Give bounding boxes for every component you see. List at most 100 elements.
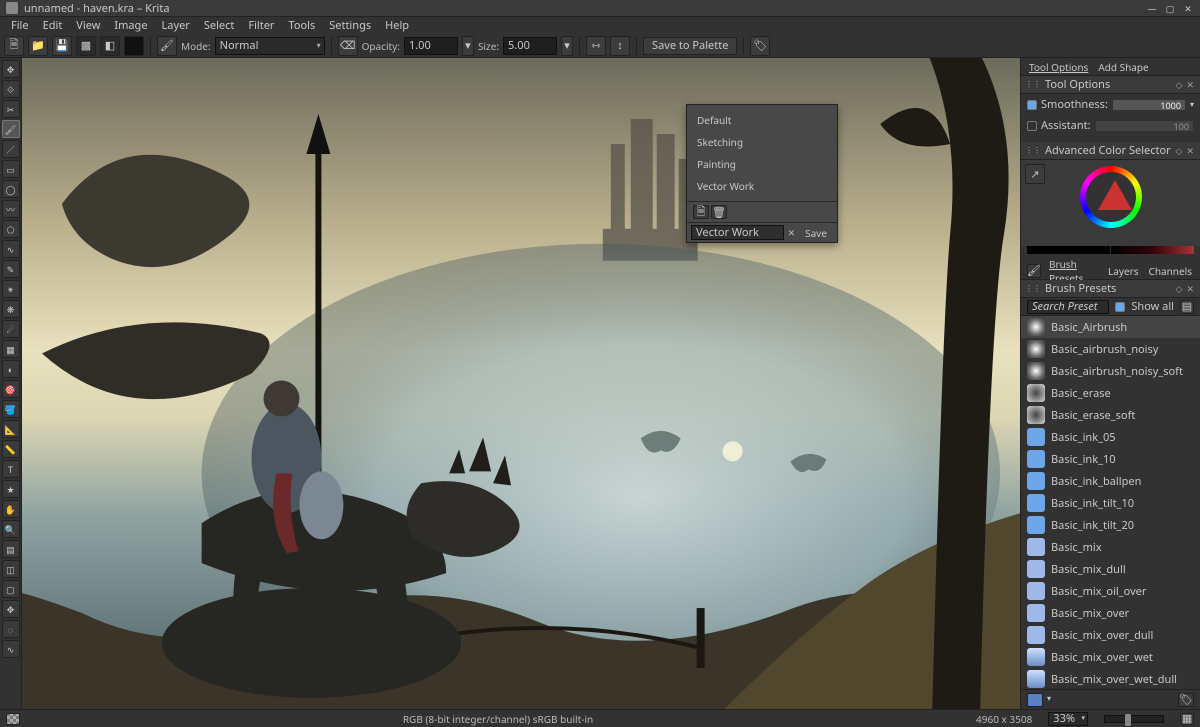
menu-filter[interactable]: Filter (241, 17, 281, 34)
rect-tool[interactable]: ▭ (2, 160, 20, 178)
show-all-check[interactable] (1115, 302, 1125, 312)
color-picker-tool[interactable]: 🎯 (2, 380, 20, 398)
workspace-new-icon[interactable]: 🗎 (693, 205, 709, 219)
tab-layers[interactable]: Layers (1106, 262, 1141, 280)
menu-select[interactable]: Select (197, 17, 242, 34)
perspective-tool[interactable]: ◫ (2, 560, 20, 578)
preset-item[interactable]: Basic_mix_over_wet_dull (1021, 668, 1200, 689)
zoom-combo[interactable]: 33% (1048, 712, 1088, 726)
workspace-delete-icon[interactable]: 🗑 (711, 205, 727, 219)
preset-item[interactable]: Basic_erase (1021, 382, 1200, 404)
grid-tool[interactable]: ▤ (2, 540, 20, 558)
preset-item[interactable]: Basic_erase_soft (1021, 404, 1200, 426)
polygon-tool[interactable]: ⬠ (2, 220, 20, 238)
preset-item[interactable]: Basic_mix_over (1021, 602, 1200, 624)
maximize-button[interactable]: ▢ (1164, 2, 1176, 14)
preset-item[interactable]: Basic_ink_tilt_10 (1021, 492, 1200, 514)
move-tool[interactable]: ✥ (2, 60, 20, 78)
brush-tool[interactable]: 🖌 (2, 120, 20, 138)
close-icon[interactable]: ✕ (1184, 78, 1196, 91)
close-button[interactable]: ✕ (1182, 2, 1194, 14)
close-icon[interactable]: ✕ (1184, 144, 1196, 157)
preset-item[interactable]: Basic_airbrush_noisy (1021, 338, 1200, 360)
preset-item[interactable]: Basic_mix_dull (1021, 558, 1200, 580)
eraser-toggle[interactable]: ⌫ (338, 36, 358, 56)
pan-tool[interactable]: ✋ (2, 500, 20, 518)
transform-tool[interactable]: ⟐ (2, 80, 20, 98)
menu-tools[interactable]: Tools (281, 17, 322, 34)
gradient-swatch[interactable]: ◧ (100, 36, 120, 56)
bezier-tool[interactable]: ∿ (2, 240, 20, 258)
float-icon[interactable]: ◇ (1174, 144, 1185, 157)
mirror-h-button[interactable]: ⇿ (586, 36, 606, 56)
blend-mode-combo[interactable]: Normal (215, 37, 325, 55)
tab-channels[interactable]: Channels (1147, 262, 1194, 280)
fill-tool[interactable]: 🪣 (2, 400, 20, 418)
size-menu-button[interactable]: ▾ (561, 36, 573, 56)
tab-add-shape[interactable]: Add Shape (1096, 58, 1150, 76)
zoom-slider[interactable] (1104, 715, 1164, 723)
mirror-v-button[interactable]: ↕ (610, 36, 630, 56)
similar-select-tool[interactable]: ◌ (2, 620, 20, 638)
close-icon[interactable]: ✕ (1184, 282, 1196, 295)
opacity-menu-button[interactable]: ▾ (462, 36, 474, 56)
view-mode-icon[interactable]: ▤ (1180, 300, 1194, 314)
menu-edit[interactable]: Edit (36, 17, 70, 34)
ellipse-tool[interactable]: ◯ (2, 180, 20, 198)
deform-tool[interactable]: ☄ (2, 320, 20, 338)
preset-search-input[interactable]: Search Preset (1027, 300, 1109, 314)
float-icon[interactable]: ◇ (1174, 282, 1185, 295)
ref-tool[interactable]: ★ (2, 480, 20, 498)
workspace-item-painting[interactable]: Painting (687, 153, 837, 175)
preset-item[interactable]: Basic_mix (1021, 536, 1200, 558)
color-selector-config-icon[interactable]: ↗ (1025, 164, 1045, 184)
menu-help[interactable]: Help (378, 17, 416, 34)
smoothness-slider[interactable]: 1000 (1112, 99, 1186, 111)
workspace-item-default[interactable]: Default (687, 109, 837, 131)
menu-layer[interactable]: Layer (155, 17, 197, 34)
minimize-button[interactable]: — (1146, 2, 1158, 14)
dyna-tool[interactable]: ✴ (2, 280, 20, 298)
smoothness-menu-button[interactable]: ▾ (1190, 99, 1194, 110)
preset-item[interactable]: Basic_airbrush_noisy_soft (1021, 360, 1200, 382)
multibrush-tool[interactable]: ❋ (2, 300, 20, 318)
freehand-select-tool[interactable]: ✎ (2, 260, 20, 278)
rect-select-tool[interactable]: ▢ (2, 580, 20, 598)
polyline-tool[interactable]: 〰 (2, 200, 20, 218)
float-icon[interactable]: ◇ (1174, 78, 1185, 91)
workspace-item-sketching[interactable]: Sketching (687, 131, 837, 153)
path-select-tool[interactable]: ∿ (2, 640, 20, 658)
selection-indicator[interactable] (6, 713, 20, 725)
size-spin[interactable]: 5.00 (503, 37, 557, 55)
gradient-tool[interactable]: ◐ (2, 360, 20, 378)
brush-preset-chooser[interactable]: 🖌 (157, 36, 177, 56)
preset-item[interactable]: Basic_ink_05 (1021, 426, 1200, 448)
preset-item[interactable]: Basic_ink_tilt_20 (1021, 514, 1200, 536)
zoom-tool[interactable]: 🔍 (2, 520, 20, 538)
tag-filter-button[interactable] (1027, 693, 1043, 707)
crop-tool[interactable]: ✂ (2, 100, 20, 118)
brush-icon[interactable]: 🖌 (1027, 264, 1041, 278)
save-file-button[interactable]: 💾 (52, 36, 72, 56)
measure-tool[interactable]: 📏 (2, 440, 20, 458)
color-wheel[interactable] (1080, 166, 1142, 228)
canvas-area[interactable]: DefaultSketchingPaintingVector Work 🗎 🗑 … (22, 58, 1020, 709)
text-tool[interactable]: T (2, 460, 20, 478)
preset-item[interactable]: Basic_ink_ballpen (1021, 470, 1200, 492)
workspace-save-button[interactable]: Save (799, 226, 833, 240)
canvas-settings-icon[interactable]: ▦ (1180, 713, 1194, 725)
fg-color-swatch[interactable] (124, 36, 144, 56)
preset-item[interactable]: Basic_ink_10 (1021, 448, 1200, 470)
opacity-spin[interactable]: 1.00 (404, 37, 458, 55)
preset-item[interactable]: Basic_mix_oil_over (1021, 580, 1200, 602)
menu-file[interactable]: File (4, 17, 36, 34)
workspace-name-clear[interactable]: ✕ (788, 226, 796, 239)
assistant-check[interactable] (1027, 121, 1037, 131)
contig-select-tool[interactable]: ✥ (2, 600, 20, 618)
preset-options-button[interactable]: 🏷 (1178, 693, 1194, 707)
smoothness-check[interactable] (1027, 100, 1037, 110)
workspace-chooser[interactable]: 🏷 (750, 36, 770, 56)
menu-view[interactable]: View (69, 17, 107, 34)
preset-item[interactable]: Basic_Airbrush (1021, 316, 1200, 338)
assistant-tool[interactable]: 📐 (2, 420, 20, 438)
